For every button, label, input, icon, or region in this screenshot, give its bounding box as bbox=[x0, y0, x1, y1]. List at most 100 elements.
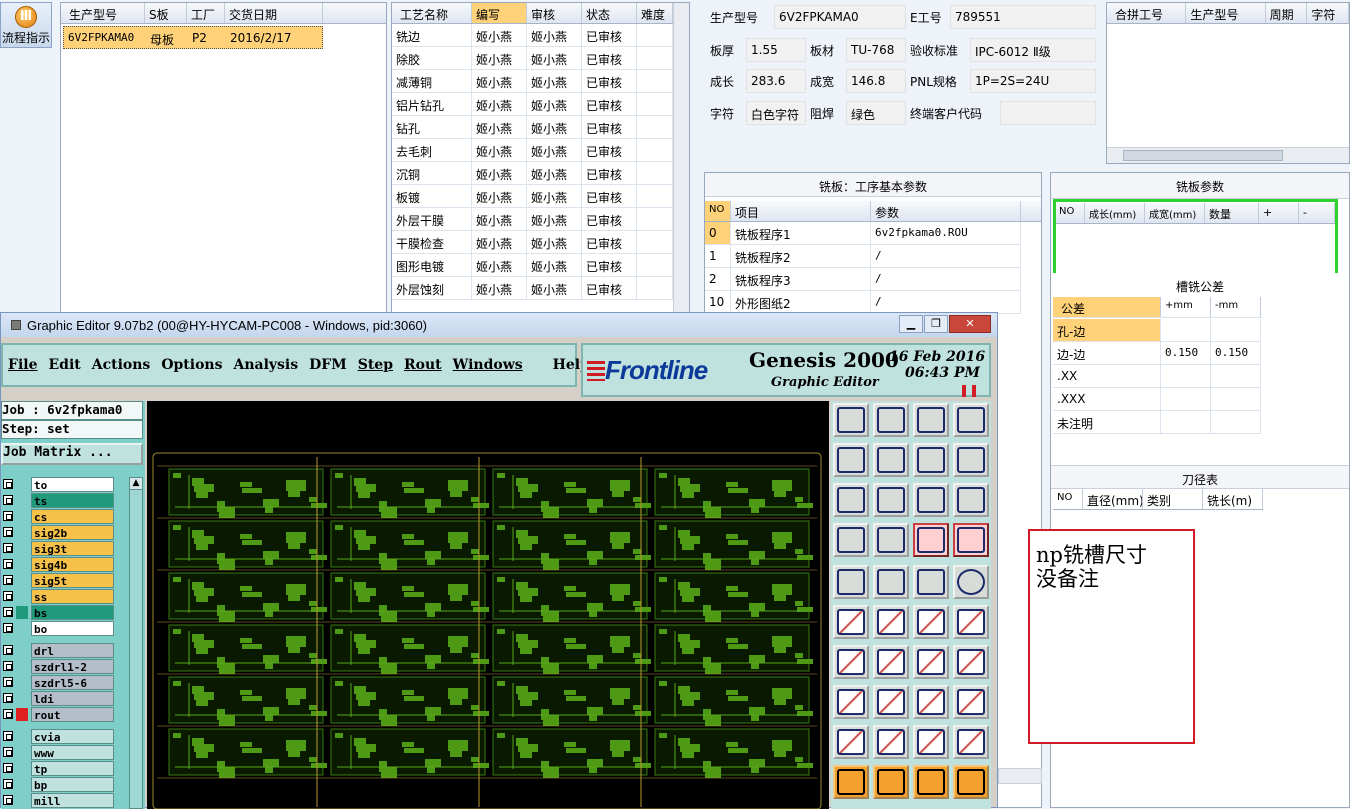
table-row[interactable]: 外层蚀刻 姬小燕 姬小燕 已审核 bbox=[392, 277, 689, 300]
layer-name[interactable]: szdrl5-6 bbox=[31, 675, 114, 690]
layer-scrollbar[interactable]: ▲ bbox=[129, 477, 143, 809]
col-header[interactable]: 公差 bbox=[1053, 297, 1161, 317]
layer-checkbox[interactable] bbox=[3, 511, 13, 521]
layer-checkbox[interactable] bbox=[3, 747, 13, 757]
process-scrollbar[interactable] bbox=[673, 3, 689, 313]
layer-checkbox[interactable] bbox=[3, 779, 13, 789]
rotate-button[interactable] bbox=[913, 645, 949, 679]
col-header[interactable]: 周期 bbox=[1266, 3, 1308, 23]
cross-button[interactable] bbox=[873, 605, 909, 639]
layer-checkbox[interactable] bbox=[3, 495, 13, 505]
layer-row[interactable]: www bbox=[1, 745, 145, 761]
circle-button[interactable] bbox=[953, 565, 989, 599]
grid-button[interactable] bbox=[873, 523, 909, 557]
table-row[interactable]: 6V2FPKAMA0 母板 P2 2016/2/17 bbox=[63, 26, 323, 49]
layer-name[interactable]: ts bbox=[31, 493, 114, 508]
a-button[interactable] bbox=[873, 725, 909, 759]
horizontal-button[interactable] bbox=[873, 685, 909, 719]
layer-checkbox[interactable] bbox=[3, 591, 13, 601]
layer-row[interactable]: cvia bbox=[1, 729, 145, 745]
col-header[interactable]: 合拼工号 bbox=[1107, 3, 1187, 23]
pan-left-button[interactable] bbox=[833, 443, 869, 477]
layer-affected-mark[interactable] bbox=[16, 762, 28, 775]
layer-name[interactable]: sig2b bbox=[31, 525, 114, 540]
layer-row[interactable]: drl bbox=[1, 643, 145, 659]
col-header[interactable]: 状态 bbox=[582, 3, 637, 23]
layer-affected-mark[interactable] bbox=[16, 794, 28, 807]
layer-row[interactable]: ss bbox=[1, 589, 145, 605]
table-row[interactable]: 未注明 bbox=[1053, 411, 1263, 434]
table-row[interactable]: 1 铣板程序2/ bbox=[705, 245, 1041, 268]
layer-checkbox[interactable] bbox=[3, 645, 13, 655]
triangle-button[interactable] bbox=[833, 725, 869, 759]
process-guide-button[interactable]: Ⅲ 流程指示 bbox=[0, 2, 52, 48]
menu-analysis[interactable]: Analysis bbox=[233, 357, 298, 373]
layer-name[interactable]: bo bbox=[31, 621, 114, 636]
layer-name[interactable]: sig5t bbox=[31, 573, 114, 588]
layer-name[interactable]: cvia bbox=[31, 729, 114, 744]
help-button[interactable] bbox=[953, 483, 989, 517]
menu-options[interactable]: Options bbox=[161, 357, 222, 373]
a2-button[interactable] bbox=[913, 725, 949, 759]
table-row[interactable]: 减薄铜 姬小燕 姬小燕 已审核 bbox=[392, 70, 689, 93]
redo-button[interactable] bbox=[953, 443, 989, 477]
col-header[interactable]: 交货日期 bbox=[225, 3, 323, 23]
menu-edit[interactable]: Edit bbox=[48, 357, 80, 373]
table-row[interactable]: 沉铜 姬小燕 姬小燕 已审核 bbox=[392, 162, 689, 185]
layer-affected-mark[interactable] bbox=[16, 622, 28, 635]
layer-affected-mark[interactable] bbox=[16, 778, 28, 791]
col-header[interactable]: 难度 bbox=[637, 3, 673, 23]
snap-button[interactable] bbox=[913, 523, 949, 557]
table-row[interactable]: 板镀 姬小燕 姬小燕 已审核 bbox=[392, 185, 689, 208]
layer-row[interactable]: rout bbox=[1, 707, 145, 723]
menu-actions[interactable]: Actions bbox=[92, 357, 151, 373]
fit-h-button[interactable] bbox=[873, 483, 909, 517]
col-header[interactable]: -mm bbox=[1211, 297, 1261, 317]
right-h-scrollbar[interactable] bbox=[998, 768, 1042, 784]
table-row[interactable]: 边-边 0.150 0.150 bbox=[1053, 342, 1263, 365]
menu-file[interactable]: File bbox=[8, 357, 37, 373]
restore-icon[interactable]: ❐ bbox=[924, 315, 948, 333]
layer-row[interactable]: sig5t bbox=[1, 573, 145, 589]
cursor-button[interactable] bbox=[833, 765, 869, 799]
col-header[interactable]: 工厂 bbox=[187, 3, 225, 23]
layer-affected-mark[interactable] bbox=[16, 494, 28, 507]
table-row[interactable]: 干膜检查 姬小燕 姬小燕 已审核 bbox=[392, 231, 689, 254]
col-header[interactable]: 铣长(m) bbox=[1203, 489, 1263, 509]
scroll-up-icon[interactable]: ▲ bbox=[130, 478, 142, 490]
table-row[interactable]: 图形电镀 姬小燕 姬小燕 已审核 bbox=[392, 254, 689, 277]
layer-name[interactable]: sig4b bbox=[31, 557, 114, 572]
col-header[interactable]: +mm bbox=[1161, 297, 1211, 317]
layer-affected-mark[interactable] bbox=[16, 676, 28, 689]
col-header[interactable]: 工艺名称 bbox=[392, 3, 472, 23]
layer-name[interactable]: rout bbox=[31, 707, 114, 722]
col-header[interactable]: NO bbox=[705, 201, 731, 221]
layer-checkbox[interactable] bbox=[3, 677, 13, 687]
table-row[interactable]: 钻孔 姬小燕 姬小燕 已审核 bbox=[392, 116, 689, 139]
layer-checkbox[interactable] bbox=[3, 731, 13, 741]
table-row[interactable]: 0 铣板程序1 6v2fpkama0.ROU bbox=[705, 222, 1041, 245]
layer-row[interactable]: ldi bbox=[1, 691, 145, 707]
table-row[interactable]: 铝片钻孔 姬小燕 姬小燕 已审核 bbox=[392, 93, 689, 116]
layer-row[interactable]: szdrl5-6 bbox=[1, 675, 145, 691]
layer-affected-mark[interactable] bbox=[16, 542, 28, 555]
table-row[interactable]: 2 铣板程序3/ bbox=[705, 268, 1041, 291]
table-row[interactable]: 去毛刺 姬小燕 姬小燕 已审核 bbox=[392, 139, 689, 162]
line-button[interactable] bbox=[913, 605, 949, 639]
col-header[interactable]: 类别 bbox=[1143, 489, 1203, 509]
layer-checkbox[interactable] bbox=[3, 623, 13, 633]
scroll-thumb[interactable] bbox=[1123, 150, 1283, 161]
layer-row[interactable]: bp bbox=[1, 777, 145, 793]
layer-checkbox[interactable] bbox=[3, 543, 13, 553]
a3-button[interactable] bbox=[953, 725, 989, 759]
feature-button[interactable] bbox=[833, 685, 869, 719]
genesis-titlebar[interactable]: Graphic Editor 9.07b2 (00@HY-HYCAM-PC008… bbox=[1, 313, 997, 337]
layer-checkbox[interactable] bbox=[3, 527, 13, 537]
slash-button[interactable] bbox=[833, 645, 869, 679]
layer-row[interactable]: cs bbox=[1, 509, 145, 525]
home-button[interactable] bbox=[913, 403, 949, 437]
layer-name[interactable]: cs bbox=[31, 509, 114, 524]
col-header[interactable]: 编写 bbox=[472, 3, 527, 23]
layer-affected-mark[interactable] bbox=[16, 574, 28, 587]
col-header[interactable]: 直径(mm) bbox=[1083, 489, 1143, 509]
